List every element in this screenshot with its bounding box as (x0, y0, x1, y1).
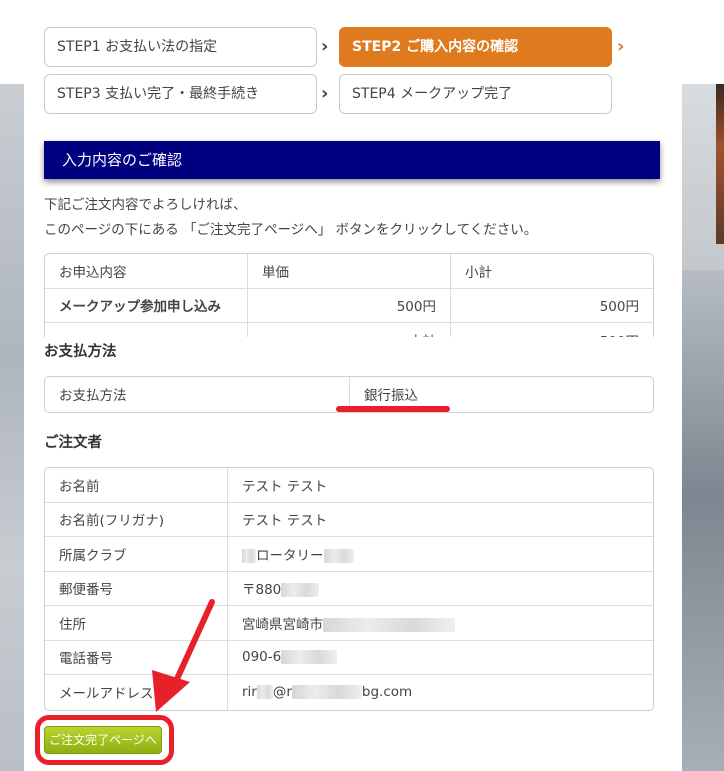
orderer-heading: ご注文者 (44, 435, 102, 451)
table-header-row: お申込内容 単価 小計 (45, 254, 653, 289)
order-item: メークアップ参加申し込み (45, 288, 248, 323)
redacted-text (323, 617, 455, 632)
orderer-label-postal: 郵便番号 (45, 571, 228, 606)
order-table: お申込内容 単価 小計 メークアップ参加申し込み 500円 500円 小計 50… (44, 253, 654, 337)
order-item (45, 323, 248, 337)
order-subtotal: 500円 (451, 289, 653, 323)
orderer-label-phone: 電話番号 (45, 640, 228, 675)
background-left (0, 84, 24, 771)
step-4[interactable]: STEP4 メークアップ完了 (339, 74, 612, 114)
orderer-value-email: rir @r bg.com (228, 675, 653, 710)
orderer-value-phone: 090-6 (228, 641, 653, 675)
subtotal-label: 小計 (248, 323, 451, 337)
postal-text: 〒880 (242, 582, 282, 599)
chevron-right-icon: › (321, 83, 329, 104)
orderer-label-address: 住所 (45, 606, 228, 641)
table-row: 住所 宮崎県宮崎市 (45, 606, 653, 641)
header-item: お申込内容 (45, 254, 248, 289)
phone-text: 090-6 (242, 649, 282, 666)
section-title: 入力内容のご確認 (44, 141, 660, 179)
redacted-text (323, 548, 354, 563)
redacted-text (281, 650, 338, 665)
orderer-table: お名前 テスト テスト お名前(フリガナ) テスト テスト 所属クラブ ロータリ… (44, 467, 654, 711)
order-table-container: お申込内容 単価 小計 メークアップ参加申し込み 500円 500円 小計 50… (44, 253, 654, 337)
email-text: @r (272, 684, 292, 701)
annotation-underline (336, 406, 450, 412)
orderer-label-club: 所属クラブ (45, 537, 228, 572)
orderer-label-name: お名前 (45, 468, 228, 503)
table-row: メークアップ参加申し込み 500円 500円 (45, 288, 653, 323)
chevron-right-icon: › (321, 36, 329, 57)
payment-heading: お支払方法 (44, 344, 117, 360)
redacted-text (256, 685, 273, 700)
intro-line-1: 下記ご注文内容でよろしければ、 (44, 197, 247, 213)
table-row: お名前 テスト テスト (45, 468, 653, 503)
order-unit-price: 500円 (248, 288, 451, 323)
subtotal-value: 500円 (451, 323, 653, 337)
redacted-text (281, 583, 320, 598)
header-unit-price: 単価 (248, 254, 451, 289)
club-name-text: ロータリー (256, 547, 324, 564)
table-row: 郵便番号 〒880 (45, 571, 653, 606)
orderer-label-email: メールアドレス (45, 675, 228, 710)
redacted-text (242, 548, 256, 563)
chevron-right-icon: › (617, 36, 625, 57)
background-right-lower (682, 270, 724, 771)
orderer-value-name: テスト テスト (228, 468, 653, 503)
step-2[interactable]: STEP2 ご購入内容の確認 (339, 27, 612, 67)
payment-label: お支払方法 (45, 377, 350, 412)
email-text: bg.com (361, 684, 413, 701)
orderer-value-postal: 〒880 (228, 572, 653, 606)
table-row: 電話番号 090-6 (45, 640, 653, 675)
orderer-label-kana: お名前(フリガナ) (45, 502, 228, 537)
submit-order-button[interactable]: ご注文完了ページへ (44, 726, 162, 754)
orderer-value-kana: テスト テスト (228, 503, 653, 537)
table-row: 所属クラブ ロータリー (45, 537, 653, 572)
step-3[interactable]: STEP3 支払い完了・最終手続き (44, 74, 317, 114)
address-text: 宮崎県宮崎市 (242, 616, 323, 633)
table-row: メールアドレス rir @r bg.com (45, 675, 653, 710)
orderer-value-address: 宮崎県宮崎市 (228, 606, 653, 641)
table-row: お名前(フリガナ) テスト テスト (45, 502, 653, 537)
step-1[interactable]: STEP1 お支払い法の指定 (44, 27, 317, 67)
intro-line-2: このページの下にある 「ご注文完了ページへ」 ボタンをクリックしてください。 (44, 222, 538, 238)
email-text: rir (242, 684, 257, 701)
redacted-text (291, 685, 362, 700)
table-row: 小計 500円 (45, 323, 653, 337)
orderer-value-club: ロータリー (228, 537, 653, 572)
header-subtotal: 小計 (451, 254, 653, 289)
